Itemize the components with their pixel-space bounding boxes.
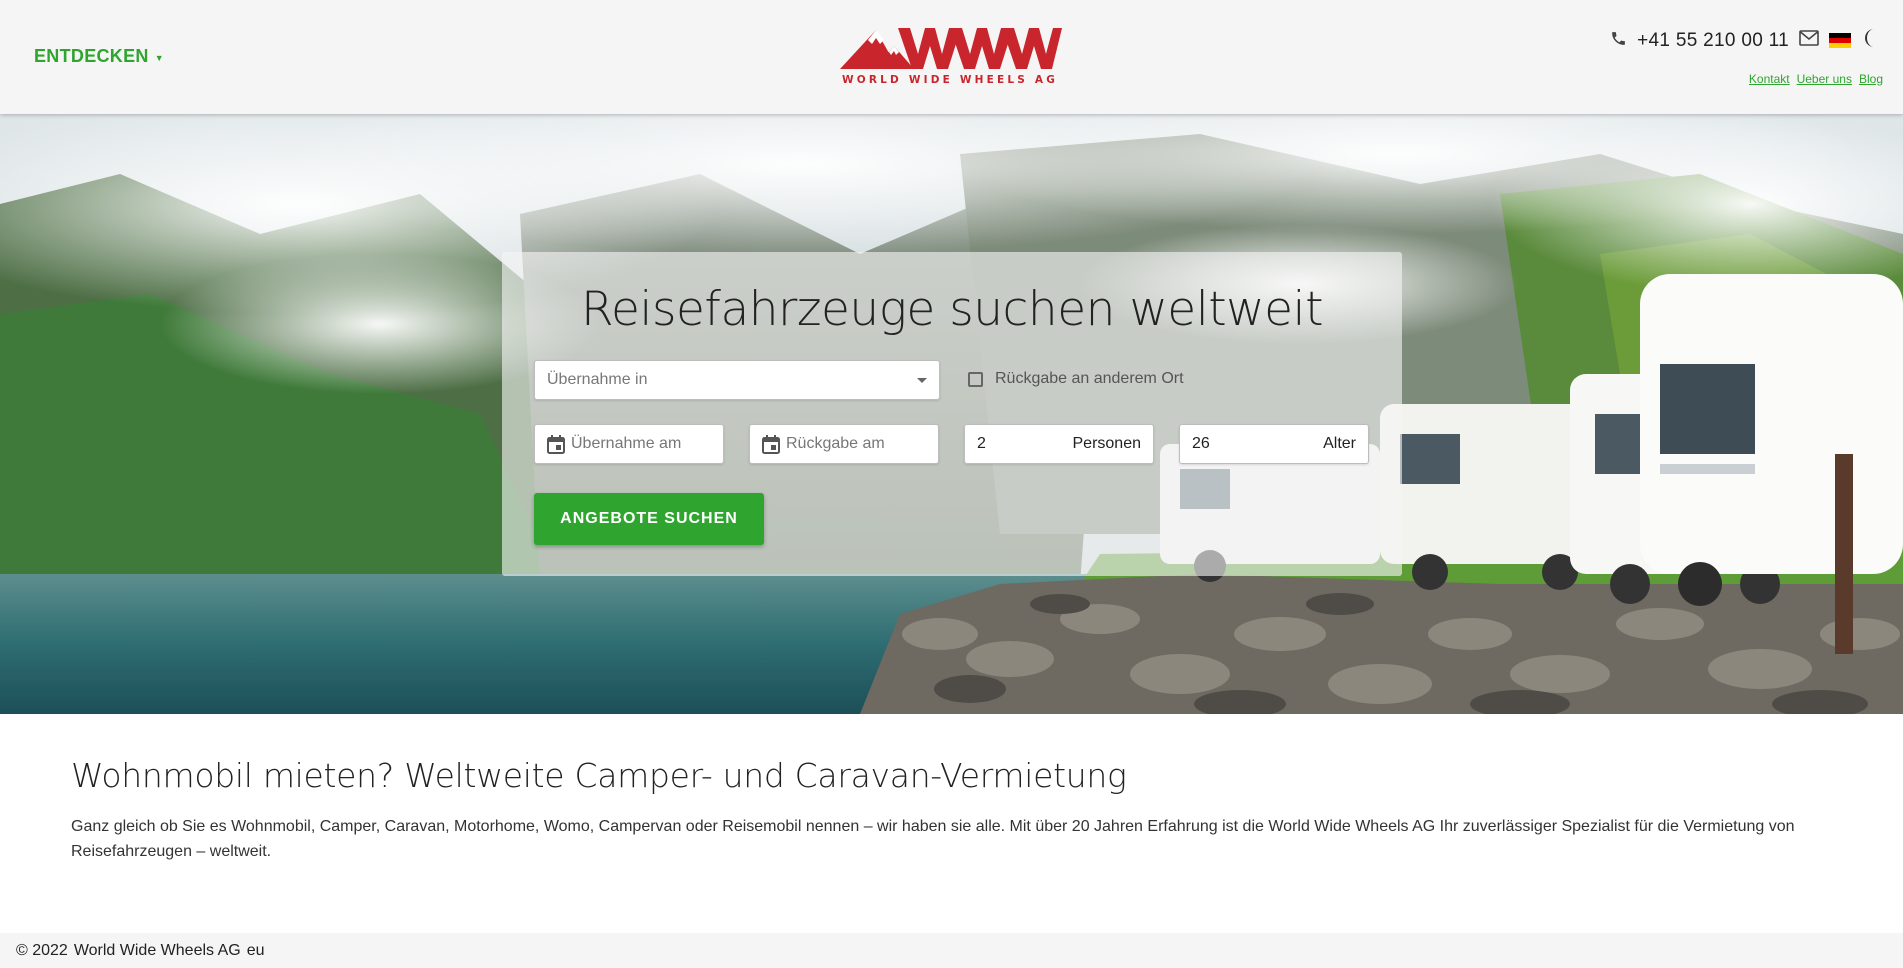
logo-mark-icon xyxy=(840,28,1062,69)
site-header: ENTDECKEN ▼ WORLD WIDE WHEELS AG +41 55 … xyxy=(0,0,1903,114)
explore-menu-label: ENTDECKEN xyxy=(34,46,149,66)
calendar-icon xyxy=(762,434,780,454)
dropdown-arrow-icon xyxy=(917,377,927,383)
phone-number[interactable]: +41 55 210 00 11 xyxy=(1637,30,1789,52)
copyright-text: © 2022 xyxy=(16,941,68,959)
dark-mode-moon-icon[interactable] xyxy=(1861,28,1879,53)
blog-link[interactable]: Blog xyxy=(1859,72,1883,86)
return-other-location-checkbox[interactable] xyxy=(968,371,983,387)
hero-section: Reisefahrzeuge suchen weltweit Übernahme… xyxy=(0,114,1903,714)
pickup-location-placeholder: Übernahme in xyxy=(547,371,648,388)
return-date-field[interactable]: Rückgabe am xyxy=(749,424,939,464)
search-offers-button[interactable]: ANGEBOTE SUCHEN xyxy=(534,493,764,545)
age-input[interactable]: 26 Alter xyxy=(1179,424,1369,464)
search-title: Reisefahrzeuge suchen weltweit xyxy=(580,282,1324,337)
calendar-icon xyxy=(547,434,565,454)
persons-input[interactable]: 2 Personen xyxy=(964,424,1154,464)
persons-unit-label: Personen xyxy=(1072,435,1142,452)
footer-company-name: World Wide Wheels AG xyxy=(73,941,241,959)
contact-bar: +41 55 210 00 11 xyxy=(1610,28,1879,53)
pickup-location-select[interactable]: Übernahme in xyxy=(534,360,940,400)
return-other-location-option[interactable]: Rückgabe an anderem Ort xyxy=(968,370,1184,388)
mail-icon[interactable] xyxy=(1799,30,1819,51)
phone-icon[interactable] xyxy=(1610,30,1627,52)
intro-heading: Wohnmobil mieten? Weltweite Camper- und … xyxy=(71,756,1127,795)
explore-menu-button[interactable]: ENTDECKEN ▼ xyxy=(34,46,164,67)
contact-link[interactable]: Kontakt xyxy=(1749,72,1790,86)
caret-down-icon: ▼ xyxy=(154,52,164,63)
logo-text: WORLD WIDE WHEELS AG xyxy=(841,74,1059,86)
site-footer: © 2022 World Wide Wheels AG eu xyxy=(0,933,1903,968)
header-links: Kontakt Ueber uns Blog xyxy=(1749,72,1883,86)
pickup-date-field[interactable]: Übernahme am xyxy=(534,424,724,464)
pickup-date-placeholder: Übernahme am xyxy=(571,435,682,452)
about-us-link[interactable]: Ueber uns xyxy=(1797,72,1852,86)
persons-value: 2 xyxy=(977,435,986,452)
intro-paragraph: Ganz gleich ob Sie es Wohnmobil, Camper,… xyxy=(71,818,1795,860)
company-logo[interactable]: WORLD WIDE WHEELS AG xyxy=(838,24,1062,90)
footer-region: eu xyxy=(246,941,265,959)
return-other-location-label: Rückgabe an anderem Ort xyxy=(995,370,1184,387)
age-unit-label: Alter xyxy=(1323,435,1356,452)
age-value: 26 xyxy=(1192,435,1210,452)
search-panel: Reisefahrzeuge suchen weltweit Übernahme… xyxy=(502,252,1402,576)
german-flag-icon[interactable] xyxy=(1829,33,1851,48)
return-date-placeholder: Rückgabe am xyxy=(786,435,885,452)
